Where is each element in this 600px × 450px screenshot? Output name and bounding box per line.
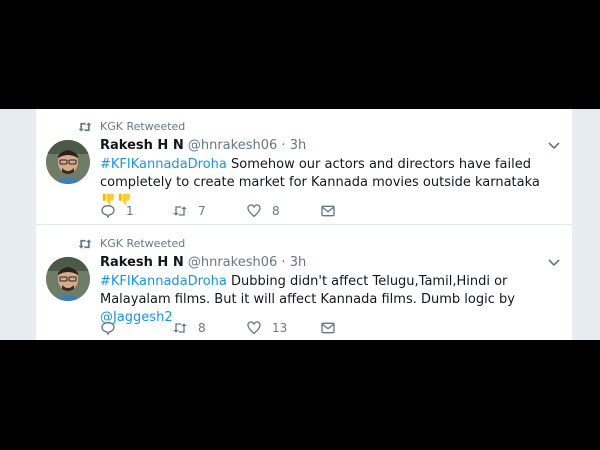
like-count: 13 bbox=[272, 321, 288, 335]
retweet-button[interactable]: 7 bbox=[172, 203, 206, 219]
reply-icon bbox=[101, 204, 115, 219]
reply-icon bbox=[101, 321, 115, 336]
tweet[interactable]: KGK Retweeted Rakesh H N @hnrakesh06 · 3… bbox=[36, 109, 572, 225]
author-handle[interactable]: @hnrakesh06 bbox=[188, 138, 277, 153]
hashtag-link[interactable]: #KFIKannadaDroha bbox=[100, 157, 227, 172]
retweet-count: 8 bbox=[198, 321, 206, 335]
like-count: 8 bbox=[272, 204, 280, 218]
retweet-icon bbox=[173, 323, 187, 333]
separator-dot: · bbox=[281, 138, 286, 153]
reply-count: 1 bbox=[126, 204, 134, 218]
avatar[interactable] bbox=[46, 140, 90, 184]
chevron-down-icon[interactable] bbox=[548, 142, 560, 150]
author-name[interactable]: Rakesh H N bbox=[100, 138, 184, 153]
retweet-button[interactable]: 8 bbox=[172, 320, 206, 336]
tweet-header: Rakesh H N @hnrakesh06 · 3h bbox=[100, 138, 306, 153]
avatar[interactable] bbox=[46, 257, 90, 301]
envelope-icon bbox=[321, 205, 335, 217]
retweet-context: KGK Retweeted bbox=[78, 120, 185, 133]
author-handle[interactable]: @hnrakesh06 bbox=[188, 255, 277, 270]
tweet-text: #KFIKannadaDroha Dubbing didn't affect T… bbox=[100, 273, 540, 327]
heart-icon bbox=[247, 321, 261, 335]
retweet-context: KGK Retweeted bbox=[78, 237, 185, 250]
timestamp[interactable]: 3h bbox=[290, 255, 307, 270]
timeline-panel: KGK Retweeted Rakesh H N @hnrakesh06 · 3… bbox=[36, 109, 572, 340]
hashtag-link[interactable]: #KFIKannadaDroha bbox=[100, 274, 227, 289]
chevron-down-icon[interactable] bbox=[548, 259, 560, 267]
avatar-image bbox=[46, 140, 90, 184]
retweet-icon bbox=[78, 238, 92, 249]
retweet-icon bbox=[78, 121, 92, 132]
timeline-band: KGK Retweeted Rakesh H N @hnrakesh06 · 3… bbox=[0, 109, 600, 340]
envelope-icon bbox=[321, 322, 335, 334]
direct-message-button[interactable] bbox=[320, 203, 346, 219]
author-name[interactable]: Rakesh H N bbox=[100, 255, 184, 270]
retweeted-by-label: KGK Retweeted bbox=[100, 237, 186, 250]
like-button[interactable]: 8 bbox=[246, 203, 280, 219]
heart-icon bbox=[247, 204, 261, 218]
retweet-icon bbox=[173, 206, 187, 216]
tweet[interactable]: KGK Retweeted Rakesh H N @hnrakesh06 · 3… bbox=[36, 226, 572, 341]
tweet-text: #KFIKannadaDroha Somehow our actors and … bbox=[100, 156, 540, 210]
reply-button[interactable] bbox=[100, 320, 126, 336]
direct-message-button[interactable] bbox=[320, 320, 346, 336]
retweet-count: 7 bbox=[198, 204, 206, 218]
avatar-image bbox=[46, 257, 90, 301]
retweeted-by-label: KGK Retweeted bbox=[100, 120, 186, 133]
tweet-header: Rakesh H N @hnrakesh06 · 3h bbox=[100, 255, 306, 270]
separator-dot: · bbox=[281, 255, 286, 270]
reply-button[interactable]: 1 bbox=[100, 203, 134, 219]
like-button[interactable]: 13 bbox=[246, 320, 287, 336]
timestamp[interactable]: 3h bbox=[290, 138, 307, 153]
